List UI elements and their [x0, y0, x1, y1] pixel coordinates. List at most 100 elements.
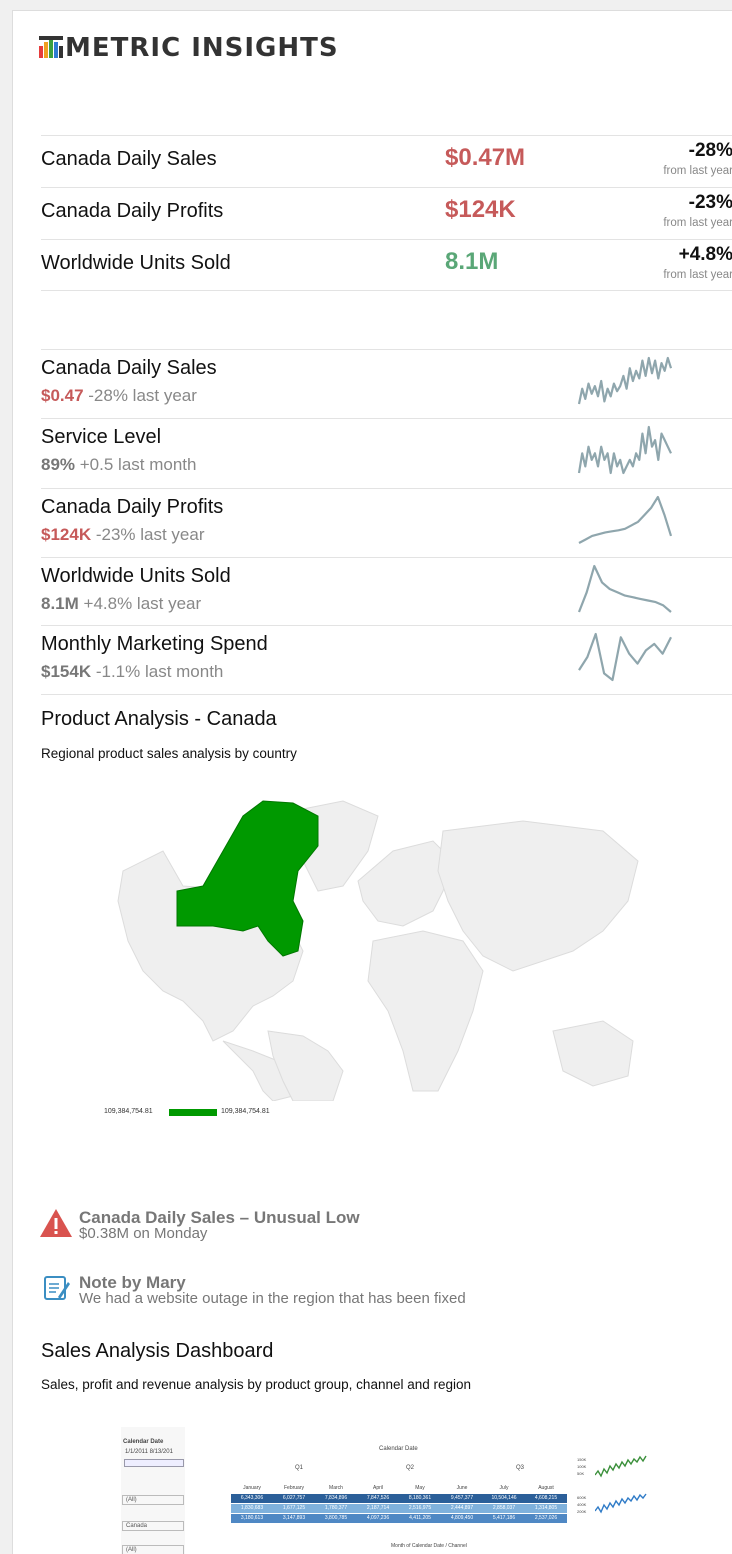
- sparkline-chart: [578, 632, 672, 682]
- kpi-name: Canada Daily Sales: [41, 148, 217, 170]
- table-cell: 4,809,450: [450, 1515, 474, 1521]
- table-cell: 8,180,361: [408, 1495, 432, 1501]
- axis-tick: 400K: [577, 1502, 587, 1507]
- quarter-label: Q3: [516, 1465, 525, 1471]
- axis-tick: 600K: [577, 1495, 587, 1500]
- metric-change: -23% last year: [91, 525, 205, 544]
- divider: [41, 290, 732, 291]
- filter-label: Calendar Date: [123, 1439, 164, 1445]
- sparkline-row[interactable]: Service Level 89% +0.5 last month: [41, 418, 732, 488]
- date-slider[interactable]: [124, 1459, 184, 1467]
- mini-line-chart-sales: [595, 1493, 647, 1514]
- kpi-row[interactable]: Canada Daily Sales $0.47M -28% from last…: [41, 135, 732, 187]
- sparkline-path: [577, 425, 672, 475]
- sparkline-path: [578, 632, 672, 682]
- sparkline-chart: [577, 356, 673, 405]
- section-description: Regional product sales analysis by count…: [41, 746, 297, 761]
- kpi-change: -23%: [688, 192, 732, 213]
- month-label: July: [499, 1485, 509, 1491]
- kpi-value: $124K: [445, 196, 516, 223]
- table-cell: 6,343,306: [240, 1495, 264, 1501]
- kpi-row[interactable]: Worldwide Units Sold 8.1M +4.8% from las…: [41, 239, 732, 291]
- metric-name: Service Level: [41, 426, 162, 448]
- table-cell: 3,147,893: [282, 1515, 306, 1521]
- month-label: March: [329, 1485, 343, 1491]
- table-cell: 7,847,526: [366, 1495, 390, 1501]
- table-cell: 4,411,205: [409, 1515, 431, 1521]
- region-australia[interactable]: [552, 1020, 634, 1087]
- filter-dropdown[interactable]: Canada: [122, 1521, 184, 1531]
- table-cell: 3,800,785: [324, 1515, 348, 1521]
- axis-tick: 200K: [577, 1509, 587, 1514]
- note-description: We had a website outage in the region th…: [79, 1290, 466, 1307]
- metric-detail: 8.1M +4.8% last year: [41, 594, 201, 614]
- kpi-name: Worldwide Units Sold: [41, 252, 231, 274]
- month-label: June: [456, 1485, 468, 1491]
- kpi-change: +4.8%: [678, 244, 732, 265]
- metric-detail: 89% +0.5 last month: [41, 455, 196, 475]
- month-label: August: [538, 1485, 554, 1491]
- table-cell: 5,417,186: [492, 1515, 516, 1521]
- region-africa[interactable]: [367, 930, 484, 1092]
- kpi-row[interactable]: Canada Daily Profits $124K -23% from las…: [41, 187, 732, 239]
- sparkline-path: [577, 564, 672, 613]
- metric-value: 8.1M: [41, 594, 79, 613]
- metric-value: $124K: [41, 525, 92, 544]
- table-cell: 2,444,897: [450, 1505, 474, 1511]
- metric-change: +0.5 last month: [75, 455, 197, 474]
- world-map[interactable]: [103, 791, 643, 1101]
- metric-value: 89%: [41, 455, 76, 474]
- table-x-caption: Month of Calendar Date / Channel: [391, 1543, 467, 1549]
- sparkline-row[interactable]: Monthly Marketing Spend $154K -1.1% last…: [41, 625, 732, 695]
- date-range: 1/1/2011 8/13/201: [125, 1449, 173, 1455]
- metric-detail: $154K -1.1% last month: [41, 662, 223, 682]
- table-cell: 1,677,125: [282, 1505, 306, 1511]
- kpi-change-caption: from last year: [663, 269, 732, 281]
- map-legend-max: 109,384,754.81: [221, 1108, 270, 1115]
- region-europe[interactable]: [357, 840, 454, 927]
- sparkline-row[interactable]: Canada Daily Sales $0.47 -28% last year: [41, 349, 732, 419]
- filter-dropdown[interactable]: (All): [122, 1495, 184, 1505]
- metric-change: -1.1% last month: [91, 662, 224, 681]
- month-label: April: [372, 1485, 383, 1491]
- quarter-label: Q1: [295, 1465, 304, 1471]
- section-title: Product Analysis - Canada: [41, 708, 277, 730]
- metric-name: Canada Daily Profits: [41, 496, 224, 518]
- sparkline-path: [577, 356, 673, 405]
- metric-name: Monthly Marketing Spend: [41, 633, 268, 655]
- table-cell: 2,858,037: [492, 1505, 516, 1511]
- table-cell: 2,537,026: [534, 1515, 558, 1521]
- table-cell: 4,097,236: [366, 1515, 390, 1521]
- warning-icon: [40, 1209, 72, 1237]
- table-row: 6,343,306 6,027,757 7,834,896 7,847,526 …: [231, 1494, 567, 1503]
- table-cell: 10,504,146: [491, 1495, 517, 1501]
- table-cell: 2,516,975: [408, 1505, 432, 1511]
- section-description: Sales, profit and revenue analysis by pr…: [41, 1377, 472, 1392]
- metric-detail: $124K -23% last year: [41, 525, 205, 545]
- axis-tick: 100K: [577, 1464, 587, 1469]
- kpi-change-caption: from last year: [663, 217, 732, 229]
- section-title: Sales Analysis Dashboard: [41, 1340, 274, 1362]
- metric-change: -28% last year: [83, 386, 197, 405]
- metric-value: $154K: [41, 662, 92, 681]
- brand-name: METRIC INSIGHTS: [65, 33, 339, 63]
- note-item[interactable]: Note by Mary We had a website outage in …: [39, 1273, 466, 1308]
- metric-value: $0.47: [41, 386, 84, 405]
- kpi-value: $0.47M: [445, 144, 526, 171]
- map-legend-bar: [169, 1109, 217, 1116]
- axis-tick: 50K: [577, 1471, 585, 1476]
- sparkline-row[interactable]: Worldwide Units Sold 8.1M +4.8% last yea…: [41, 557, 732, 627]
- alert-item[interactable]: Canada Daily Sales – Unusual Low $0.38M …: [39, 1208, 360, 1243]
- sparkline-chart: [577, 425, 672, 475]
- table-row: 3,180,613 3,147,893 3,800,785 4,097,236 …: [231, 1514, 567, 1523]
- alert-description: $0.38M on Monday: [79, 1225, 208, 1242]
- kpi-change-caption: from last year: [663, 165, 732, 177]
- table-cell: 4,608,215: [534, 1495, 558, 1501]
- metric-change: +4.8% last year: [78, 594, 202, 613]
- dashboard-thumbnail[interactable]: Calendar Date 1/1/2011 8/13/201 (All) Ca…: [121, 1427, 647, 1554]
- month-label: January: [243, 1485, 261, 1491]
- table-cell: 3,180,613: [240, 1515, 264, 1521]
- sparkline-row[interactable]: Canada Daily Profits $124K -23% last yea…: [41, 488, 732, 558]
- month-label: May: [415, 1485, 425, 1491]
- month-label: February: [283, 1485, 304, 1491]
